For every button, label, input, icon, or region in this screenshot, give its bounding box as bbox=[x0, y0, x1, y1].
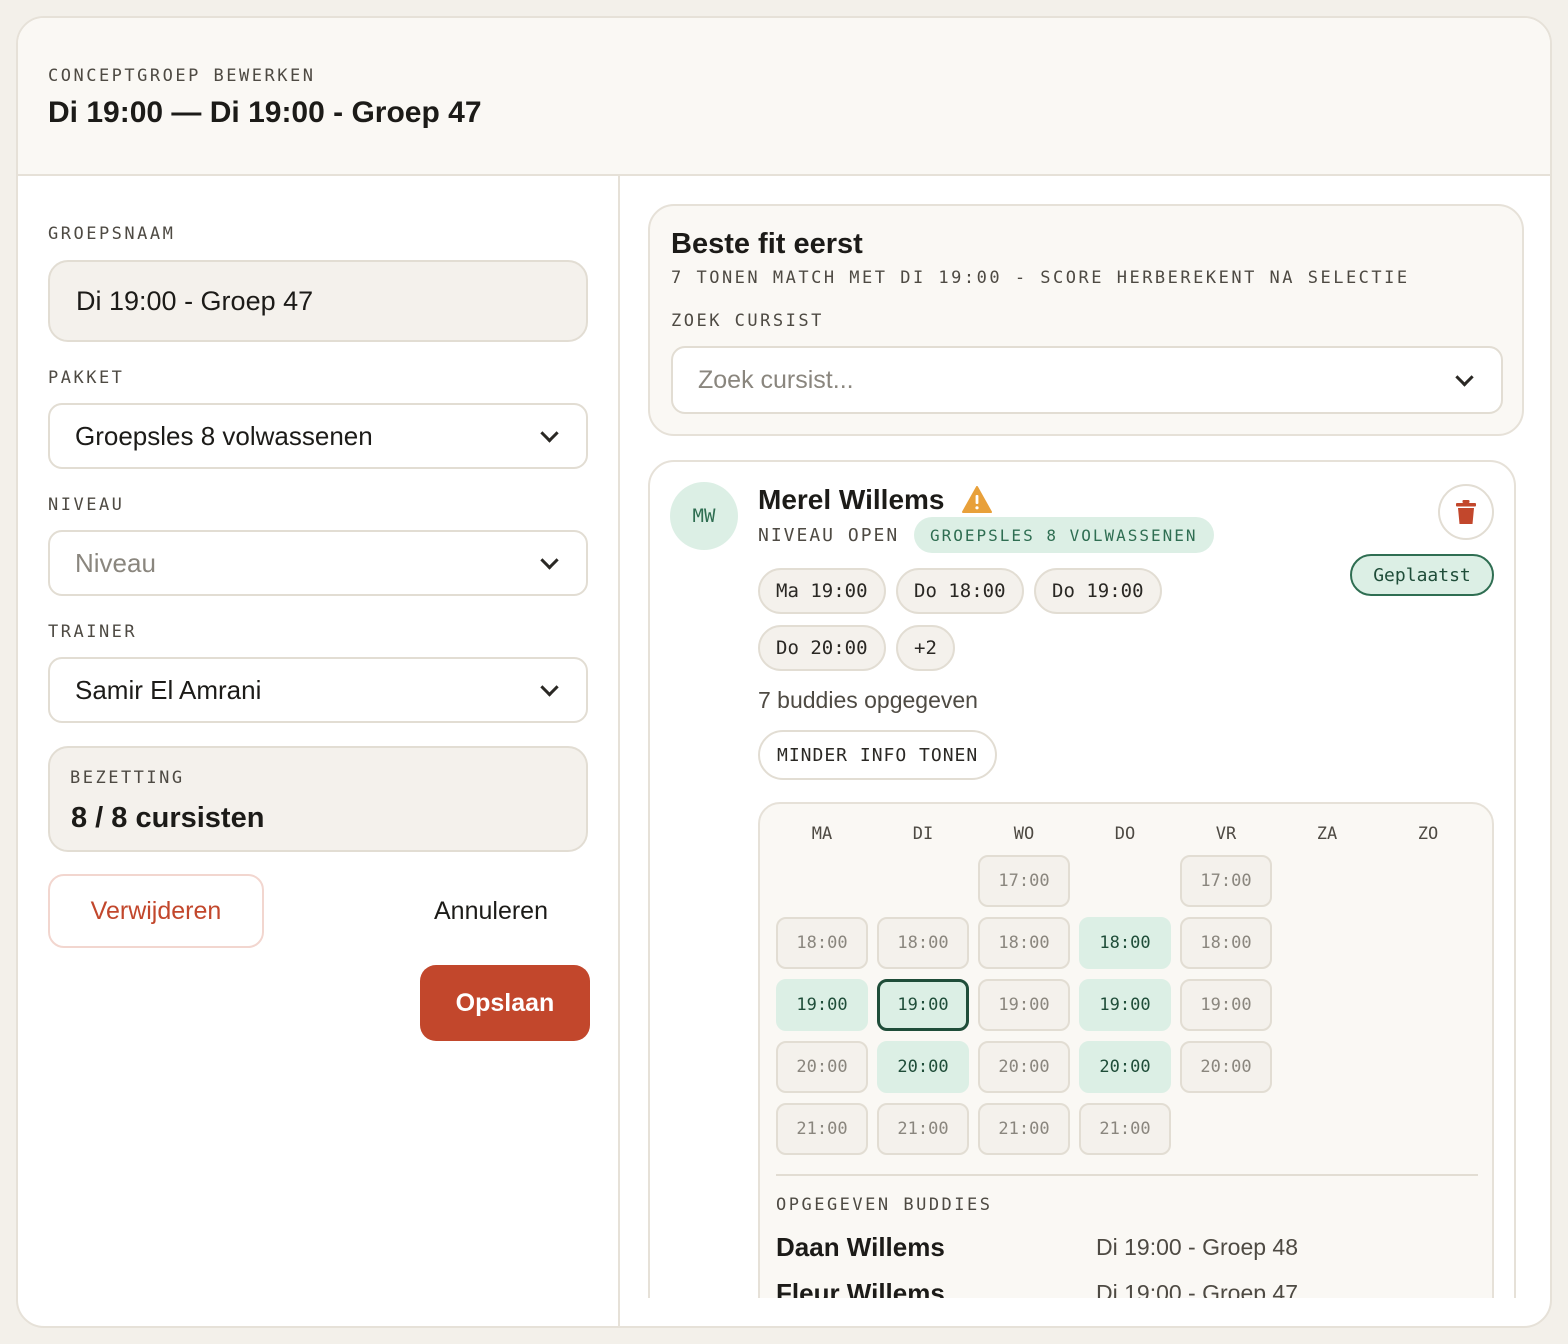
time-slot-wo-1800[interactable]: 18:00 bbox=[978, 917, 1070, 969]
time-slot-do-1800[interactable]: 18:00 bbox=[1079, 917, 1171, 969]
time-slot-ma-2100[interactable]: 21:00 bbox=[776, 1103, 868, 1155]
time-slot-vr-1800[interactable]: 18:00 bbox=[1180, 917, 1272, 969]
student-search-select[interactable]: Zoek cursist... bbox=[671, 346, 1503, 414]
cancel-button[interactable]: Annuleren bbox=[408, 874, 574, 948]
edit-group-modal: CONCEPTGROEP BEWERKEN Di 19:00 — Di 19:0… bbox=[16, 16, 1552, 1328]
less-info-button[interactable]: MINDER INFO TONEN bbox=[758, 730, 998, 780]
time-slot-vr-1700[interactable]: 17:00 bbox=[1180, 855, 1272, 907]
time-slot-ma-1800[interactable]: 18:00 bbox=[776, 917, 868, 969]
student-panel[interactable]: Beste fit eerst 7 TONEN MATCH MET DI 19:… bbox=[620, 176, 1550, 1298]
group-name-input[interactable]: Di 19:00 - Groep 47 bbox=[48, 260, 588, 342]
buddies-count: 7 buddies opgegeven bbox=[758, 687, 978, 713]
level-select[interactable]: Niveau bbox=[48, 530, 588, 596]
time-slot-wo-2000[interactable]: 20:00 bbox=[978, 1041, 1070, 1093]
chevron-down-icon bbox=[540, 424, 559, 443]
level-placeholder: Niveau bbox=[75, 547, 156, 578]
student-level: NIVEAU OPEN bbox=[758, 525, 900, 546]
occupancy-box: BEZETTING 8 / 8 cursisten bbox=[48, 746, 588, 852]
best-fit-card: Beste fit eerst 7 TONEN MATCH MET DI 19:… bbox=[648, 204, 1524, 436]
package-value: Groepsles 8 volwassenen bbox=[75, 420, 373, 451]
trainer-select[interactable]: Samir El Amrani bbox=[48, 657, 588, 723]
group-name-value: Di 19:00 - Groep 47 bbox=[76, 285, 314, 316]
chevron-down-icon bbox=[540, 678, 559, 697]
level-label: NIVEAU bbox=[48, 495, 125, 515]
chevron-down-icon bbox=[540, 551, 559, 570]
student-card: MW Merel Willems NIVEAU OPEN GROEPSLES 8… bbox=[648, 460, 1516, 1298]
best-fit-subtitle: 7 TONEN MATCH MET DI 19:00 - SCORE HERBE… bbox=[671, 268, 1410, 288]
delete-button[interactable]: Verwijderen bbox=[48, 874, 264, 948]
preference-chip: Do 18:00 bbox=[896, 568, 1024, 614]
time-slot-ma-2000[interactable]: 20:00 bbox=[776, 1041, 868, 1093]
occupancy-value: 8 / 8 cursisten bbox=[71, 802, 265, 834]
availability-schedule: MA DI WO DO VR ZA ZO 17:00 17:00 18:00 18:0… bbox=[758, 802, 1494, 1298]
day-header: DO bbox=[1114, 824, 1136, 844]
buddy-name: Daan Willems bbox=[776, 1232, 945, 1262]
package-select[interactable]: Groepsles 8 volwassenen bbox=[48, 403, 588, 469]
group-form: GROEPSNAAM Di 19:00 - Groep 47 PAKKET Gr… bbox=[18, 176, 618, 1326]
buddy-name: Fleur Willems bbox=[776, 1278, 945, 1298]
time-slot-wo-2100[interactable]: 21:00 bbox=[978, 1103, 1070, 1155]
buddies-title: OPGEGEVEN BUDDIES bbox=[776, 1195, 993, 1215]
modal-title: Di 19:00 — Di 19:00 - Groep 47 bbox=[48, 96, 482, 129]
day-header: ZO bbox=[1417, 824, 1439, 844]
time-slot-ma-1900[interactable]: 19:00 bbox=[776, 979, 868, 1031]
more-preferences-chip[interactable]: +2 bbox=[896, 625, 955, 671]
preference-chip: Ma 19:00 bbox=[758, 568, 886, 614]
time-slot-wo-1700[interactable]: 17:00 bbox=[978, 855, 1070, 907]
day-header: DI bbox=[912, 824, 934, 844]
search-label: ZOEK CURSIST bbox=[671, 311, 824, 331]
time-slot-di-2100[interactable]: 21:00 bbox=[877, 1103, 969, 1155]
search-placeholder: Zoek cursist... bbox=[698, 365, 854, 394]
day-header: VR bbox=[1215, 824, 1237, 844]
group-name-label: GROEPSNAAM bbox=[48, 224, 176, 244]
avatar: MW bbox=[670, 482, 738, 550]
package-label: PAKKET bbox=[48, 368, 125, 388]
time-slot-di-2000[interactable]: 20:00 bbox=[877, 1041, 969, 1093]
trainer-value: Samir El Amrani bbox=[75, 674, 262, 705]
time-slot-vr-1900[interactable]: 19:00 bbox=[1180, 979, 1272, 1031]
time-slot-do-1900[interactable]: 19:00 bbox=[1079, 979, 1171, 1031]
trash-icon bbox=[1456, 500, 1476, 524]
time-slot-di-1800[interactable]: 18:00 bbox=[877, 917, 969, 969]
preference-chip: Do 20:00 bbox=[758, 625, 886, 671]
package-badge: GROEPSLES 8 VOLWASSENEN bbox=[914, 517, 1214, 553]
buddy-group: Di 19:00 - Groep 48 bbox=[1096, 1234, 1299, 1260]
occupancy-label: BEZETTING bbox=[70, 768, 185, 788]
day-header: ZA bbox=[1316, 824, 1338, 844]
trainer-label: TRAINER bbox=[48, 622, 138, 642]
time-slot-di-1900[interactable]: 19:00 bbox=[877, 979, 969, 1031]
best-fit-title: Beste fit eerst bbox=[671, 228, 863, 260]
modal-header: CONCEPTGROEP BEWERKEN Di 19:00 — Di 19:0… bbox=[18, 18, 1550, 176]
modal-eyebrow: CONCEPTGROEP BEWERKEN bbox=[48, 66, 316, 86]
status-badge: Geplaatst bbox=[1350, 554, 1494, 596]
preference-chip: Do 19:00 bbox=[1034, 568, 1162, 614]
time-slot-do-2100[interactable]: 21:00 bbox=[1079, 1103, 1171, 1155]
warning-icon bbox=[962, 486, 992, 513]
day-header: WO bbox=[1013, 824, 1035, 844]
schedule-divider bbox=[776, 1174, 1478, 1176]
day-header: MA bbox=[811, 824, 833, 844]
buddy-group: Di 19:00 - Groep 47 bbox=[1096, 1280, 1299, 1298]
save-button[interactable]: Opslaan bbox=[420, 965, 590, 1041]
time-slot-vr-2000[interactable]: 20:00 bbox=[1180, 1041, 1272, 1093]
remove-student-button[interactable] bbox=[1438, 484, 1494, 540]
chevron-down-icon bbox=[1455, 368, 1474, 387]
time-slot-wo-1900[interactable]: 19:00 bbox=[978, 979, 1070, 1031]
student-name: Merel Willems bbox=[758, 484, 945, 515]
time-slot-do-2000[interactable]: 20:00 bbox=[1079, 1041, 1171, 1093]
